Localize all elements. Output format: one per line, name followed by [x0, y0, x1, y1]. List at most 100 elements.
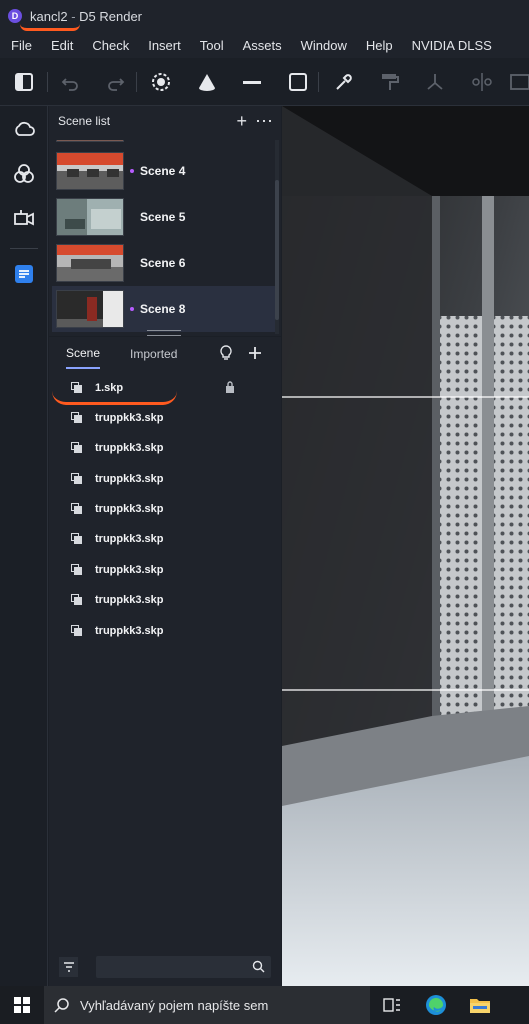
weather-cloud-icon[interactable]: [12, 117, 36, 141]
layers-actions: [219, 345, 263, 361]
model-layer-icon: [71, 625, 83, 637]
rail-divider: [10, 248, 38, 249]
tab-scene[interactable]: Scene: [66, 339, 101, 369]
menu-bar: File Edit Check Insert Tool Assets Windo…: [0, 32, 529, 58]
menu-tool[interactable]: Tool: [200, 38, 224, 53]
toolbar: [0, 58, 529, 106]
annotation-underline-title: [20, 24, 80, 31]
taskbar-search-box[interactable]: Vyhľadávaný pojem napíšte sem: [44, 986, 370, 1024]
search-icon[interactable]: [252, 960, 265, 973]
layer-row[interactable]: truppkk3.skp: [49, 585, 281, 615]
menu-help[interactable]: Help: [366, 38, 393, 53]
select-circle-icon[interactable]: [149, 70, 173, 94]
model-layer-icon: [71, 442, 83, 454]
scrollbar-thumb[interactable]: [275, 180, 279, 320]
add-scene-icon[interactable]: +: [236, 111, 247, 132]
panel-toggle-icon[interactable]: [12, 70, 36, 94]
axis-transform-icon[interactable]: [423, 70, 447, 94]
layer-name: truppkk3.skp: [95, 442, 164, 454]
scene-marker-dot: [130, 307, 134, 311]
menu-window[interactable]: Window: [301, 38, 347, 53]
toolbar-divider: [318, 72, 319, 92]
app-name: D5 Render: [79, 8, 143, 24]
layer-name: truppkk3.skp: [95, 625, 164, 637]
lock-icon[interactable]: [225, 381, 235, 393]
layer-row[interactable]: truppkk3.skp: [49, 494, 281, 524]
scene-thumbnail: [56, 198, 124, 236]
scene-thumbnail: [56, 152, 124, 190]
layer-row[interactable]: 1.skp: [49, 373, 281, 405]
rectangle-tool-icon[interactable]: [286, 70, 310, 94]
cone-shape-icon[interactable]: [195, 70, 219, 94]
layer-row[interactable]: truppkk3.skp: [49, 403, 281, 433]
windows-start-icon[interactable]: [0, 986, 44, 1024]
model-layer-icon: [71, 503, 83, 515]
scene-thumbnail: [56, 290, 124, 328]
logo-letter: D: [11, 11, 19, 21]
scene-marker-empty: [130, 261, 134, 265]
scene-label: Scene 4: [140, 164, 186, 178]
scene-list-actions: + ⋯: [236, 111, 273, 132]
title-bar: D kancl2 - D5 Render: [0, 0, 529, 32]
video-camera-icon[interactable]: [12, 207, 36, 231]
file-explorer-icon[interactable]: [458, 986, 502, 1024]
window-title: kancl2 - D5 Render: [30, 9, 142, 24]
menu-check[interactable]: Check: [92, 38, 129, 53]
taskbar-search-placeholder: Vyhľadávaný pojem napíšte sem: [80, 997, 269, 1013]
layer-row[interactable]: truppkk3.skp: [49, 524, 281, 554]
viewport-render-image: [282, 106, 529, 986]
layer-row[interactable]: truppkk3.skp: [49, 555, 281, 585]
menu-assets[interactable]: Assets: [243, 38, 282, 53]
mirror-align-icon[interactable]: [470, 70, 494, 94]
add-layer-icon[interactable]: [247, 345, 263, 361]
layer-search-input[interactable]: [96, 956, 247, 978]
scene-list: Scene 4 Scene 5 Scene 6 Scene 8: [49, 140, 275, 334]
undo-icon[interactable]: [58, 70, 82, 94]
redo-icon[interactable]: [104, 70, 128, 94]
layer-search-box[interactable]: [96, 956, 271, 978]
layer-row[interactable]: truppkk3.skp: [49, 464, 281, 494]
eyedropper-icon[interactable]: [332, 70, 356, 94]
layers-filter-bar: [59, 955, 271, 979]
tab-imported[interactable]: Imported: [130, 340, 177, 368]
scene-label: Scene 8: [140, 302, 186, 316]
panel-resize-handle[interactable]: [147, 330, 181, 336]
document-name: kancl2: [30, 8, 68, 24]
scene-label: Scene 5: [140, 210, 186, 224]
scene-item-4[interactable]: Scene 4: [52, 148, 275, 194]
scene-list-document-icon[interactable]: [12, 262, 36, 286]
more-options-icon[interactable]: ⋯: [255, 111, 273, 132]
menu-nvidia-dlss[interactable]: NVIDIA DLSS: [412, 38, 492, 53]
materials-circles-icon[interactable]: [12, 162, 36, 186]
paint-roller-icon[interactable]: [378, 70, 402, 94]
task-view-icon[interactable]: [370, 986, 414, 1024]
model-layer-icon: [71, 473, 83, 485]
menu-file[interactable]: File: [11, 38, 32, 53]
grid-tool-icon[interactable]: [507, 70, 529, 94]
left-icon-rail: [0, 106, 48, 986]
layers-tabs: Scene Imported: [49, 337, 281, 371]
layer-name: truppkk3.skp: [95, 594, 164, 606]
scene-list-scrollbar[interactable]: [275, 140, 279, 334]
render-viewport[interactable]: [282, 106, 529, 986]
line-tool-icon[interactable]: [240, 70, 264, 94]
layer-row[interactable]: truppkk3.skp: [49, 433, 281, 463]
scene-item-8[interactable]: Scene 8: [52, 286, 275, 332]
scene-item-5[interactable]: Scene 5: [52, 194, 275, 240]
lightbulb-icon[interactable]: [219, 345, 233, 361]
d5-logo-icon: D: [8, 9, 22, 23]
menu-insert[interactable]: Insert: [148, 38, 181, 53]
model-layer-icon: [71, 594, 83, 606]
windows-taskbar: Vyhľadávaný pojem napíšte sem: [0, 986, 529, 1024]
layer-name: truppkk3.skp: [95, 412, 164, 424]
layer-name: truppkk3.skp: [95, 503, 164, 515]
edge-browser-icon[interactable]: [414, 986, 458, 1024]
scene-list-header: Scene list + ⋯: [49, 106, 281, 136]
scene-item-6[interactable]: Scene 6: [52, 240, 275, 286]
layer-name: truppkk3.skp: [95, 564, 164, 576]
toolbar-divider: [136, 72, 137, 92]
menu-edit[interactable]: Edit: [51, 38, 73, 53]
search-icon: [54, 998, 69, 1013]
layer-row[interactable]: truppkk3.skp: [49, 616, 281, 646]
filter-icon[interactable]: [59, 957, 79, 977]
